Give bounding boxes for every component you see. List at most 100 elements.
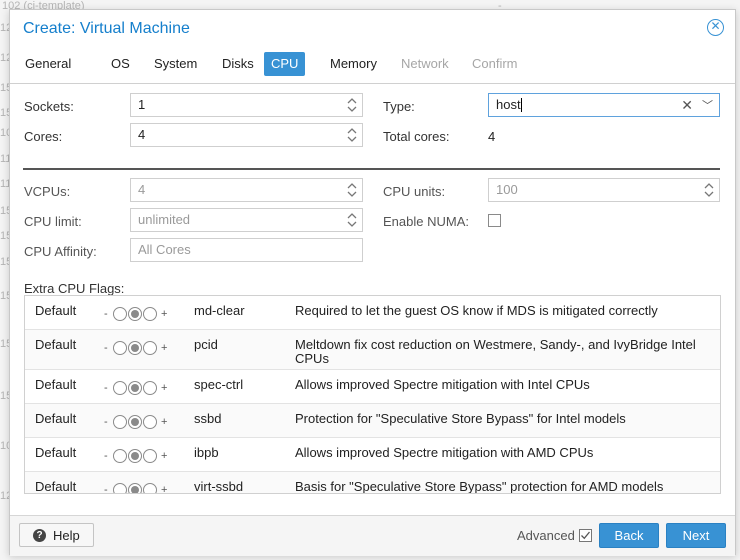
- minus-label: -: [104, 416, 108, 428]
- cpu-type-combobox[interactable]: host ✕ ﹀: [488, 93, 720, 117]
- tab-memory[interactable]: Memory: [323, 52, 384, 76]
- close-icon[interactable]: ✕: [707, 19, 724, 36]
- cpu-limit-spinner[interactable]: unlimited: [130, 208, 363, 232]
- radio-on[interactable]: [143, 381, 157, 395]
- cpu-limit-value: unlimited: [138, 212, 191, 227]
- radio-default[interactable]: [128, 449, 142, 463]
- cpu-affinity-input[interactable]: All Cores: [130, 238, 363, 262]
- vcpus-spinner[interactable]: 4: [130, 178, 363, 202]
- cores-value: 4: [138, 127, 146, 142]
- radio-default[interactable]: [128, 341, 142, 355]
- tab-disks[interactable]: Disks: [215, 52, 261, 76]
- help-button[interactable]: ? Help: [19, 523, 94, 547]
- type-label: Type:: [383, 99, 415, 114]
- flag-state: Default: [35, 303, 77, 318]
- cpu-limit-label: CPU limit:: [24, 214, 82, 229]
- radio-off[interactable]: [113, 381, 127, 395]
- tab-network: Network: [401, 56, 449, 71]
- table-row: Default - + md-clear Required to let the…: [25, 296, 720, 330]
- cpu-affinity-placeholder: All Cores: [138, 242, 191, 257]
- plus-label: +: [161, 484, 168, 494]
- radio-off[interactable]: [113, 415, 127, 429]
- table-row: Default - + virt-ssbd Basis for "Specula…: [25, 472, 720, 494]
- tab-confirm: Confirm: [472, 56, 518, 71]
- tristate-selector[interactable]: - +: [104, 339, 170, 357]
- plus-label: +: [161, 450, 168, 462]
- section-separator: [23, 168, 720, 170]
- spinner-icon[interactable]: [347, 181, 357, 199]
- flag-name: pcid: [194, 337, 218, 352]
- flag-state: Default: [35, 337, 77, 352]
- cpu-units-value: 100: [496, 182, 518, 197]
- vcpus-label: VCPUs:: [24, 184, 71, 199]
- question-circle-icon: ?: [33, 529, 46, 542]
- spinner-icon[interactable]: [347, 211, 357, 229]
- plus-label: +: [161, 416, 168, 428]
- enable-numa-label: Enable NUMA:: [383, 214, 469, 229]
- radio-off[interactable]: [113, 341, 127, 355]
- create-vm-dialog: Create: Virtual Machine ✕ General OS Sys…: [9, 9, 736, 556]
- tristate-selector[interactable]: - +: [104, 305, 170, 323]
- tab-os[interactable]: OS: [104, 52, 137, 76]
- radio-default[interactable]: [128, 307, 142, 321]
- table-row: Default - + ssbd Protection for "Specula…: [25, 404, 720, 438]
- table-row: Default - + spec-ctrl Allows improved Sp…: [25, 370, 720, 404]
- minus-label: -: [104, 342, 108, 354]
- tab-general[interactable]: General: [18, 52, 78, 76]
- tab-cpu[interactable]: CPU: [264, 52, 306, 76]
- radio-on[interactable]: [143, 307, 157, 321]
- next-button[interactable]: Next: [666, 523, 726, 548]
- dialog-title: Create: Virtual Machine: [23, 20, 190, 37]
- total-cores-value: 4: [488, 129, 496, 144]
- flag-state: Default: [35, 377, 77, 392]
- chevron-down-icon[interactable]: ﹀: [702, 95, 713, 117]
- tab-system[interactable]: System: [147, 52, 204, 76]
- spinner-icon[interactable]: [347, 126, 357, 144]
- tristate-selector[interactable]: - +: [104, 379, 170, 397]
- flag-description: Allows improved Spectre mitigation with …: [295, 377, 590, 392]
- radio-default[interactable]: [128, 381, 142, 395]
- table-row: Default - + pcid Meltdown fix cost reduc…: [25, 330, 720, 370]
- flag-name: ibpb: [194, 445, 219, 460]
- text-caret: [520, 97, 522, 112]
- tristate-selector[interactable]: - +: [104, 413, 170, 431]
- table-row: Default - + ibpb Allows improved Spectre…: [25, 438, 720, 472]
- cores-spinner[interactable]: 4: [130, 123, 363, 147]
- flag-state: Default: [35, 445, 77, 460]
- extra-cpu-flags-label: Extra CPU Flags:: [24, 281, 125, 296]
- advanced-checkbox[interactable]: [579, 529, 592, 542]
- flag-name: md-clear: [194, 303, 245, 318]
- radio-on[interactable]: [143, 483, 157, 493]
- cores-label: Cores:: [24, 129, 63, 144]
- minus-label: -: [104, 450, 108, 462]
- radio-off[interactable]: [113, 307, 127, 321]
- enable-numa-checkbox[interactable]: [488, 214, 501, 227]
- cpu-affinity-label: CPU Affinity:: [24, 244, 97, 259]
- clear-icon[interactable]: ✕: [681, 94, 693, 116]
- tristate-selector[interactable]: - +: [104, 447, 170, 465]
- sockets-spinner[interactable]: 1: [130, 93, 363, 117]
- back-button[interactable]: Back: [599, 523, 659, 548]
- dialog-footer: ? Help Advanced Back Next: [10, 515, 735, 556]
- cpu-units-spinner[interactable]: 100: [488, 178, 720, 202]
- spinner-icon[interactable]: [704, 181, 714, 199]
- flag-name: ssbd: [194, 411, 222, 426]
- radio-on[interactable]: [143, 341, 157, 355]
- radio-default[interactable]: [128, 415, 142, 429]
- tristate-selector[interactable]: - +: [104, 481, 170, 494]
- radio-on[interactable]: [143, 449, 157, 463]
- plus-label: +: [161, 382, 168, 394]
- dialog-titlebar[interactable]: Create: Virtual Machine ✕: [10, 10, 735, 48]
- help-label: Help: [53, 528, 80, 543]
- flag-description: Meltdown fix cost reduction on Westmere,…: [295, 337, 696, 352]
- plus-label: +: [161, 308, 168, 320]
- radio-on[interactable]: [143, 415, 157, 429]
- cpu-type-value: host: [496, 97, 521, 112]
- flag-description-line2: CPUs: [295, 351, 329, 366]
- spinner-icon[interactable]: [347, 96, 357, 114]
- radio-off[interactable]: [113, 483, 127, 493]
- advanced-label: Advanced: [517, 528, 575, 543]
- radio-off[interactable]: [113, 449, 127, 463]
- radio-default[interactable]: [128, 483, 142, 493]
- flag-description: Protection for "Speculative Store Bypass…: [295, 411, 626, 426]
